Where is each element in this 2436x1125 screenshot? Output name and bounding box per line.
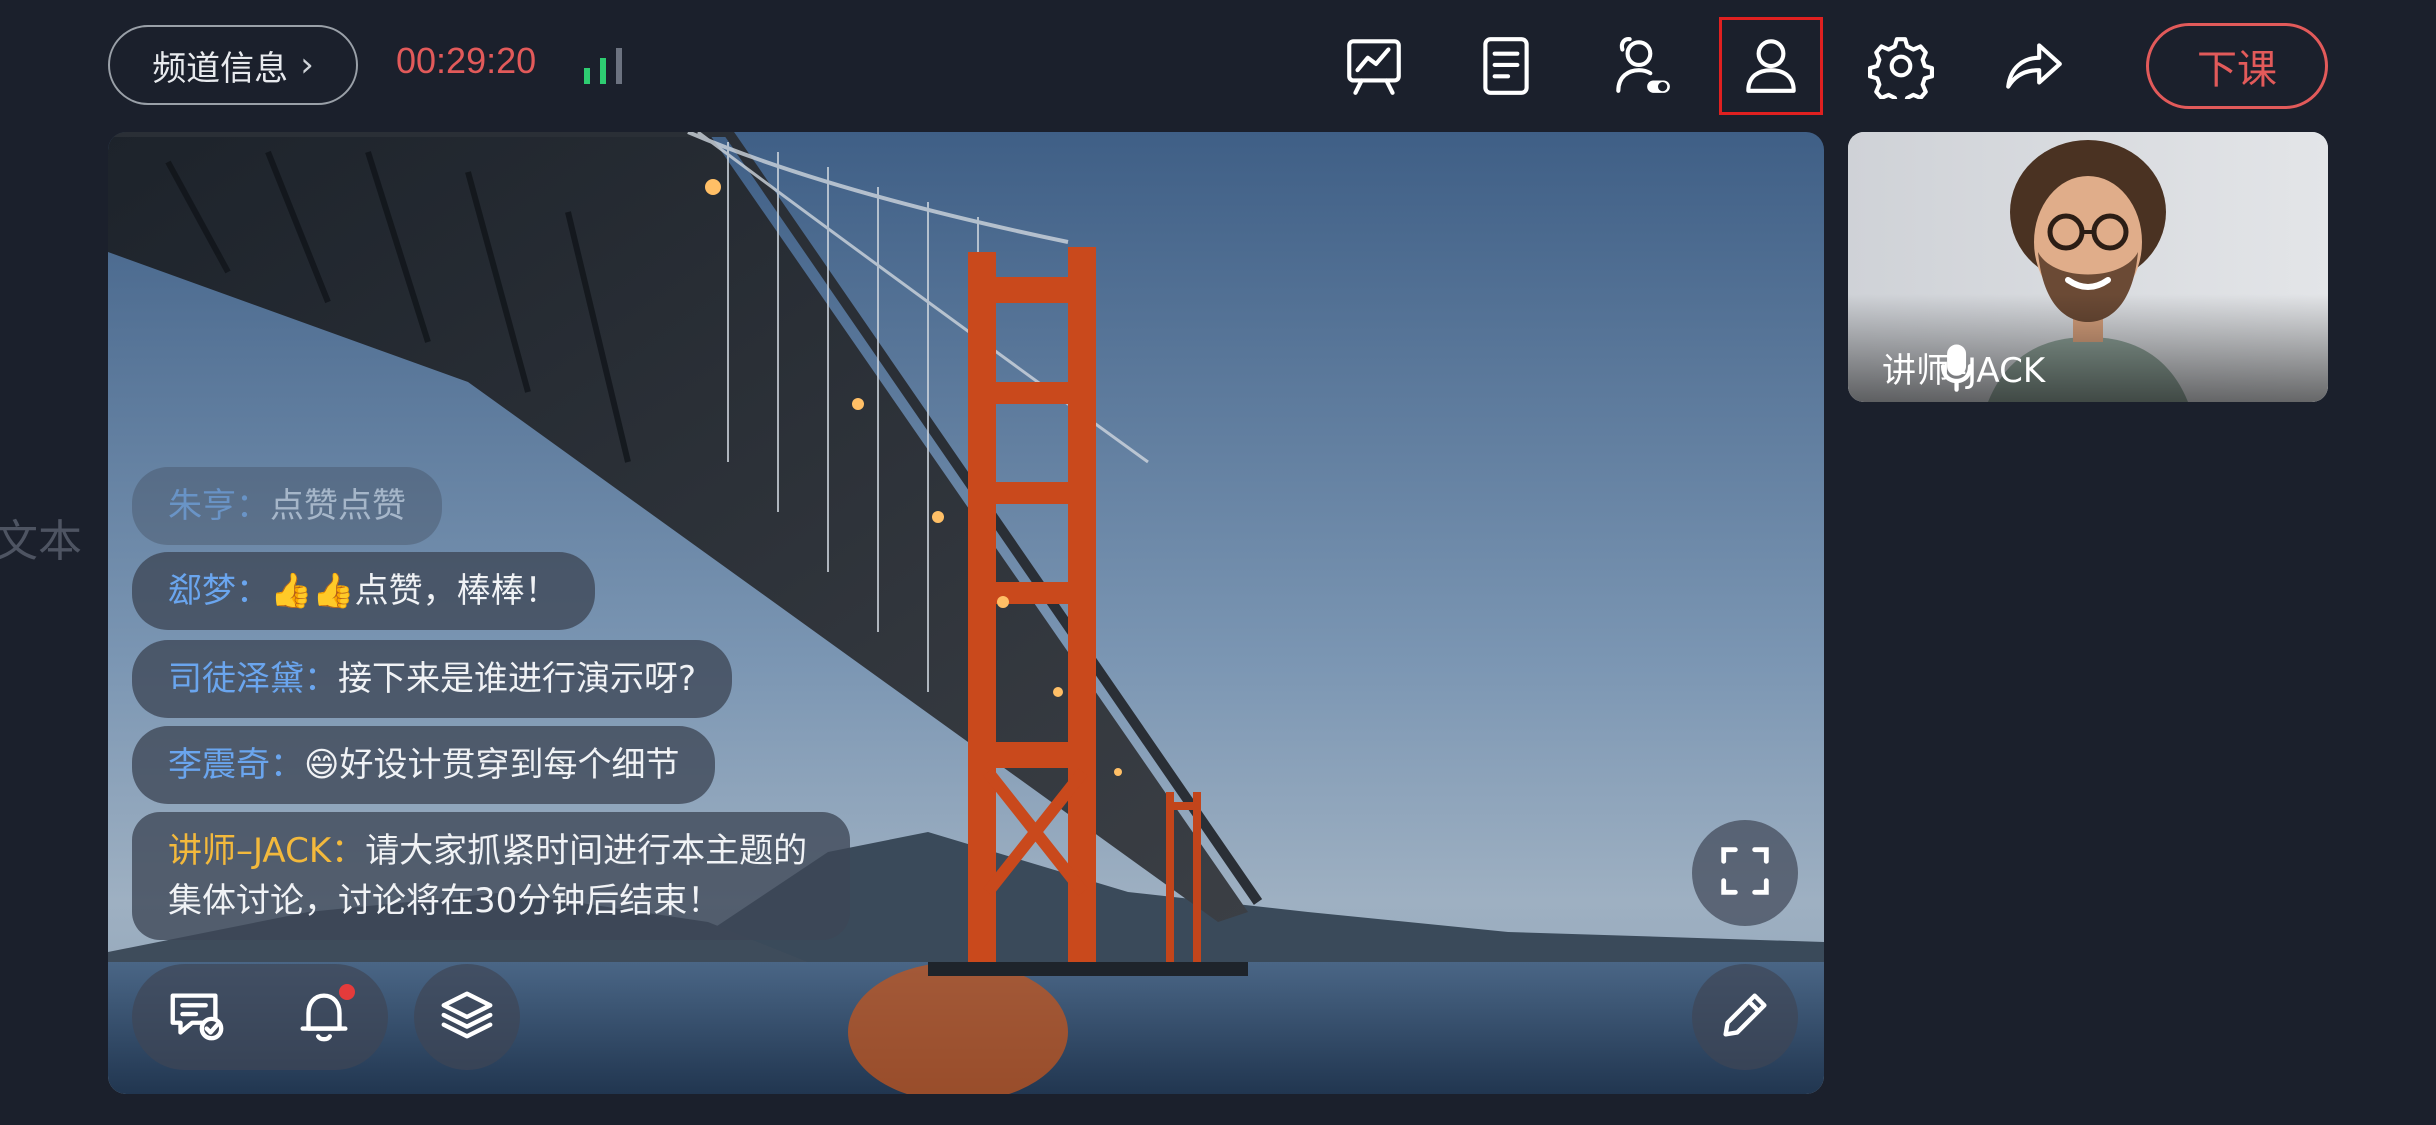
- chat-nick: 朱亨：: [168, 486, 270, 526]
- annotate-button[interactable]: [1692, 964, 1798, 1070]
- notification-dot: [339, 984, 355, 1000]
- student-toggle-icon[interactable]: [1598, 26, 1684, 106]
- whiteboard-chart-icon[interactable]: [1331, 26, 1417, 106]
- chat-message-teacher: 讲师–JACK：请大家抓紧时间进行本主题的集体讨论，讨论将在30分钟后结束！: [132, 812, 850, 940]
- bottom-tools-pill: [132, 964, 388, 1070]
- chevron-right-icon: ›: [300, 45, 314, 85]
- teacher-name-label: 讲师–JACK: [1868, 343, 2045, 392]
- chat-nick: 司徒泽黛：: [168, 659, 338, 699]
- chat-message: 司徒泽黛：接下来是谁进行演示呀?: [132, 640, 733, 718]
- chat-nick-teacher: 讲师–JACK：: [168, 831, 366, 871]
- chat-message: 李震奇：😄好设计贯穿到每个细节: [132, 726, 716, 804]
- side-text-label: 文本: [0, 516, 82, 567]
- chat-text: 点赞点赞: [270, 486, 406, 526]
- user-icon[interactable]: [1719, 17, 1823, 115]
- channel-info-button[interactable]: 频道信息 ›: [108, 25, 358, 105]
- chat-message: 郄梦：👍👍点赞，棒棒！: [132, 552, 595, 630]
- layers-button[interactable]: [414, 964, 520, 1070]
- chat-emoji: 😄: [304, 745, 340, 785]
- document-icon[interactable]: [1463, 26, 1549, 106]
- fullscreen-icon: [1714, 840, 1776, 906]
- chat-text: 点赞，棒棒！: [354, 571, 559, 611]
- chat-text: 接下来是谁进行演示呀?: [338, 659, 697, 699]
- teacher-video: 讲师–JACK: [1848, 132, 2328, 402]
- pencil-icon: [1714, 984, 1776, 1050]
- chat-nick: 郄梦：: [168, 571, 270, 611]
- channel-info-label: 频道信息: [152, 48, 289, 89]
- chat-message: 朱亨：点赞点赞: [132, 467, 442, 545]
- end-class-button[interactable]: 下课: [2146, 23, 2328, 109]
- signal-bars-icon: [582, 46, 626, 86]
- class-timer: 00:29:20: [396, 40, 537, 81]
- fullscreen-button[interactable]: [1692, 820, 1798, 926]
- chat-bubble-icon[interactable]: [165, 984, 227, 1050]
- main-video: 朱亨：点赞点赞 郄梦：👍👍点赞，棒棒！ 司徒泽黛：接下来是谁进行演示呀? 李震奇…: [108, 132, 1824, 1094]
- chat-nick: 李震奇：: [168, 745, 304, 785]
- bell-icon[interactable]: [293, 984, 355, 1050]
- layers-icon: [436, 984, 498, 1050]
- chat-text: 好设计贯穿到每个细节: [339, 745, 680, 785]
- chat-emoji: 👍👍: [270, 571, 355, 611]
- gear-icon[interactable]: [1858, 26, 1944, 106]
- share-icon[interactable]: [1990, 26, 2076, 106]
